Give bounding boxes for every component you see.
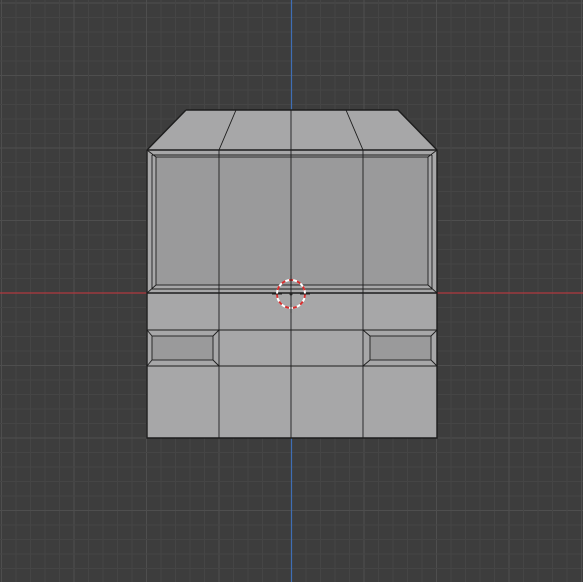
mesh-window-inset [156, 157, 428, 285]
3d-viewport[interactable] [0, 0, 583, 582]
mesh-top-face [147, 110, 437, 150]
mesh-object[interactable] [146, 109, 438, 439]
mesh-left-headlight [152, 336, 213, 360]
mesh-right-headlight [370, 336, 431, 360]
